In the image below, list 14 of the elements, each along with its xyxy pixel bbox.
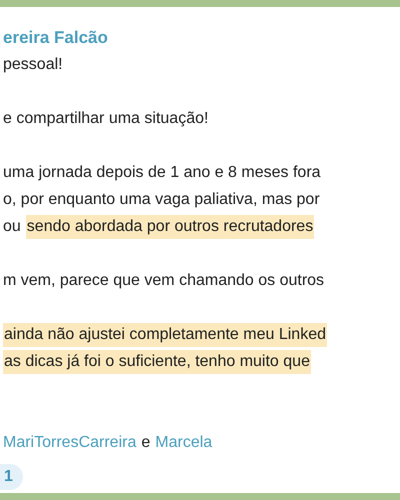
reaction-chip[interactable]: 1 (0, 464, 23, 490)
message-text: pessoal! (3, 54, 63, 74)
mention-link[interactable]: Marcela (155, 430, 212, 454)
message-text: e compartilhar uma situação! (3, 108, 208, 128)
message-text: o, por enquanto uma vaga paliativa, mas por (3, 190, 320, 210)
sender-name[interactable]: ereira Falcão (3, 24, 108, 51)
message-text: m vem, parece que vem chamando os outros (3, 270, 324, 290)
highlighted-text: as dicas já foi o suficiente, tenho muito que (3, 350, 311, 374)
message-text: ou (3, 216, 21, 236)
conjunction-text: e (141, 432, 150, 452)
highlighted-text: ainda não ajustei completamente meu Linked (3, 322, 327, 346)
mention-link[interactable]: MariTorresCarreira (3, 430, 136, 454)
message-text: uma jornada depois de 1 ano e 8 meses fora (3, 162, 321, 182)
highlighted-text: sendo abordada por outros recrutadores (26, 214, 314, 238)
